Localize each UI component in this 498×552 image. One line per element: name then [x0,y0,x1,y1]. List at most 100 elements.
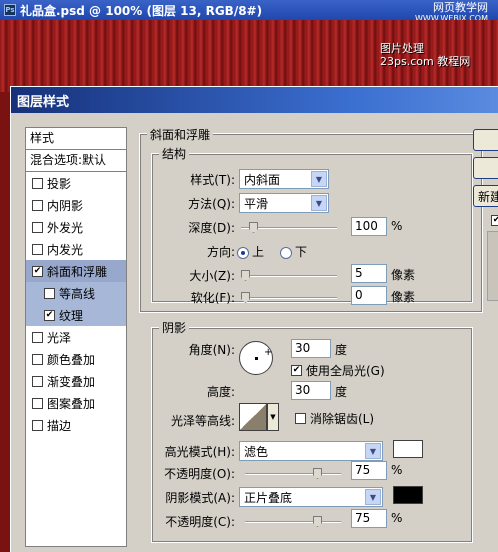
highlight-opacity-slider[interactable] [245,468,341,479]
highlight-opacity-thumb[interactable] [313,468,322,479]
shading-title: 阴影 [159,319,190,336]
checkbox-icon[interactable] [32,353,43,365]
depth-slider-thumb[interactable] [249,222,258,233]
shadow-mode-select[interactable]: 正片叠底 ▼ [239,487,383,507]
watermark-mid-line1: 图片处理 [380,42,424,55]
checkbox-icon[interactable] [32,397,43,409]
soften-input[interactable]: 0 [351,286,387,305]
highlight-color-swatch[interactable] [393,440,423,458]
shadow-opacity-input[interactable]: 75 [351,509,387,528]
radio-selected-icon [237,246,249,259]
chevron-down-icon: ▼ [365,443,381,459]
depth-slider[interactable] [241,222,337,233]
direction-down-radio[interactable]: 下 [280,243,307,260]
style-label: 样式(T): [190,172,235,187]
checkbox-icon[interactable] [32,221,43,233]
size-input[interactable]: 5 [351,264,387,283]
highlight-opacity-input[interactable]: 75 [351,461,387,480]
highlight-mode-select[interactable]: 滤色 ▼ [239,441,383,461]
style-item-label: 内阴影 [47,198,84,213]
depth-input[interactable]: 100 [351,217,387,236]
altitude-label: 高度: [206,385,235,399]
size-slider[interactable] [241,270,337,281]
altitude-unit: 度 [335,385,348,399]
depth-unit: % [391,219,403,233]
shadow-opacity-thumb[interactable] [313,516,322,527]
style-item[interactable]: 纹理 [26,304,126,326]
style-item-label: 等高线 [59,286,96,301]
style-item[interactable]: 斜面和浮雕 [26,260,126,282]
anti-aliased-checkbox[interactable]: 消除锯齿(L) [295,410,374,427]
style-item[interactable]: 内发光 [26,238,126,260]
watermark-mid-line2: 23ps.com 教程网 [380,55,471,68]
size-unit: 像素 [391,268,416,282]
style-item-label: 颜色叠加 [47,352,96,367]
checkbox-icon[interactable] [32,243,43,255]
preview-swatch [487,231,498,301]
shadow-mode-label: 阴影模式(A): [165,490,235,505]
blending-options-item[interactable]: 混合选项:默认 [26,150,126,172]
checkbox-icon [295,413,306,424]
style-item-label: 投影 [47,176,72,191]
size-slider-thumb[interactable] [241,270,250,281]
structure-title: 结构 [159,145,190,162]
direction-up-radio[interactable]: 上 [237,243,264,260]
highlight-mode-value: 滤色 [244,444,269,459]
style-item[interactable]: 渐变叠加 [26,370,126,392]
dialog-titlebar[interactable]: 图层样式 [11,87,498,113]
style-item[interactable]: 颜色叠加 [26,348,126,370]
direction-up-label: 上 [252,245,265,259]
photoshop-icon: Ps [4,4,16,16]
checkbox-icon[interactable] [32,331,43,343]
gloss-contour-label: 光泽等高线: [170,414,235,428]
global-light-label: 使用全局光(G) [306,364,385,378]
style-item-label: 图案叠加 [47,396,96,411]
highlight-opacity-unit: % [391,463,403,477]
style-item[interactable]: 内阴影 [26,194,126,216]
shadow-opacity-unit: % [391,511,403,525]
styles-list: 样式 混合选项:默认 投影内阴影外发光内发光斜面和浮雕等高线纹理光泽颜色叠加渐变… [25,127,127,547]
style-item[interactable]: 等高线 [26,282,126,304]
highlight-opacity-label: 不透明度(O): [164,467,235,481]
style-item-label: 渐变叠加 [47,374,96,389]
style-item[interactable]: 投影 [26,172,126,194]
altitude-input[interactable]: 30 [291,381,331,400]
style-item-label: 纹理 [59,308,84,323]
technique-select[interactable]: 平滑 ▼ [239,193,329,213]
angle-input[interactable]: 30 [291,339,331,358]
checkbox-icon[interactable] [44,287,55,299]
preview-checkbox[interactable] [491,211,498,226]
checkbox-icon[interactable] [32,419,43,431]
checkbox-icon[interactable] [32,199,43,211]
checkbox-icon[interactable] [32,177,43,189]
size-label: 大小(Z): [189,269,235,283]
soften-slider[interactable] [241,292,337,303]
angle-label: 角度(N): [188,343,235,357]
shadow-opacity-label: 不透明度(C): [165,515,235,529]
checkbox-icon[interactable] [32,375,43,387]
highlight-mode-label: 高光模式(H): [164,444,235,459]
style-item[interactable]: 图案叠加 [26,392,126,414]
angle-dial[interactable]: + [239,341,273,375]
soften-slider-thumb[interactable] [241,292,250,303]
anti-aliased-label: 消除锯齿(L) [310,412,375,426]
style-item[interactable]: 光泽 [26,326,126,348]
global-light-checkbox[interactable]: 使用全局光(G) [291,362,385,379]
bevel-style-select[interactable]: 内斜面 ▼ [239,169,329,189]
checkbox-checked-icon[interactable] [44,309,55,321]
bevel-section-title: 斜面和浮雕 [147,126,214,143]
shadow-color-swatch[interactable] [393,486,423,504]
checkbox-checked-icon[interactable] [32,265,43,277]
chevron-down-icon[interactable]: ▼ [267,403,279,431]
styles-list-header[interactable]: 样式 [26,128,126,150]
cancel-button[interactable] [473,157,498,179]
document-title: 礼品盒.psd @ 100% (图层 13, RGB/8#) [20,3,263,18]
style-item-label: 斜面和浮雕 [47,264,108,279]
gloss-contour-picker[interactable] [239,403,267,431]
ok-button[interactable] [473,129,498,151]
new-style-button[interactable]: 新建 [473,185,498,207]
shadow-opacity-slider[interactable] [245,516,341,527]
style-item-label: 外发光 [47,220,84,235]
style-item[interactable]: 描边 [26,414,126,436]
style-item[interactable]: 外发光 [26,216,126,238]
